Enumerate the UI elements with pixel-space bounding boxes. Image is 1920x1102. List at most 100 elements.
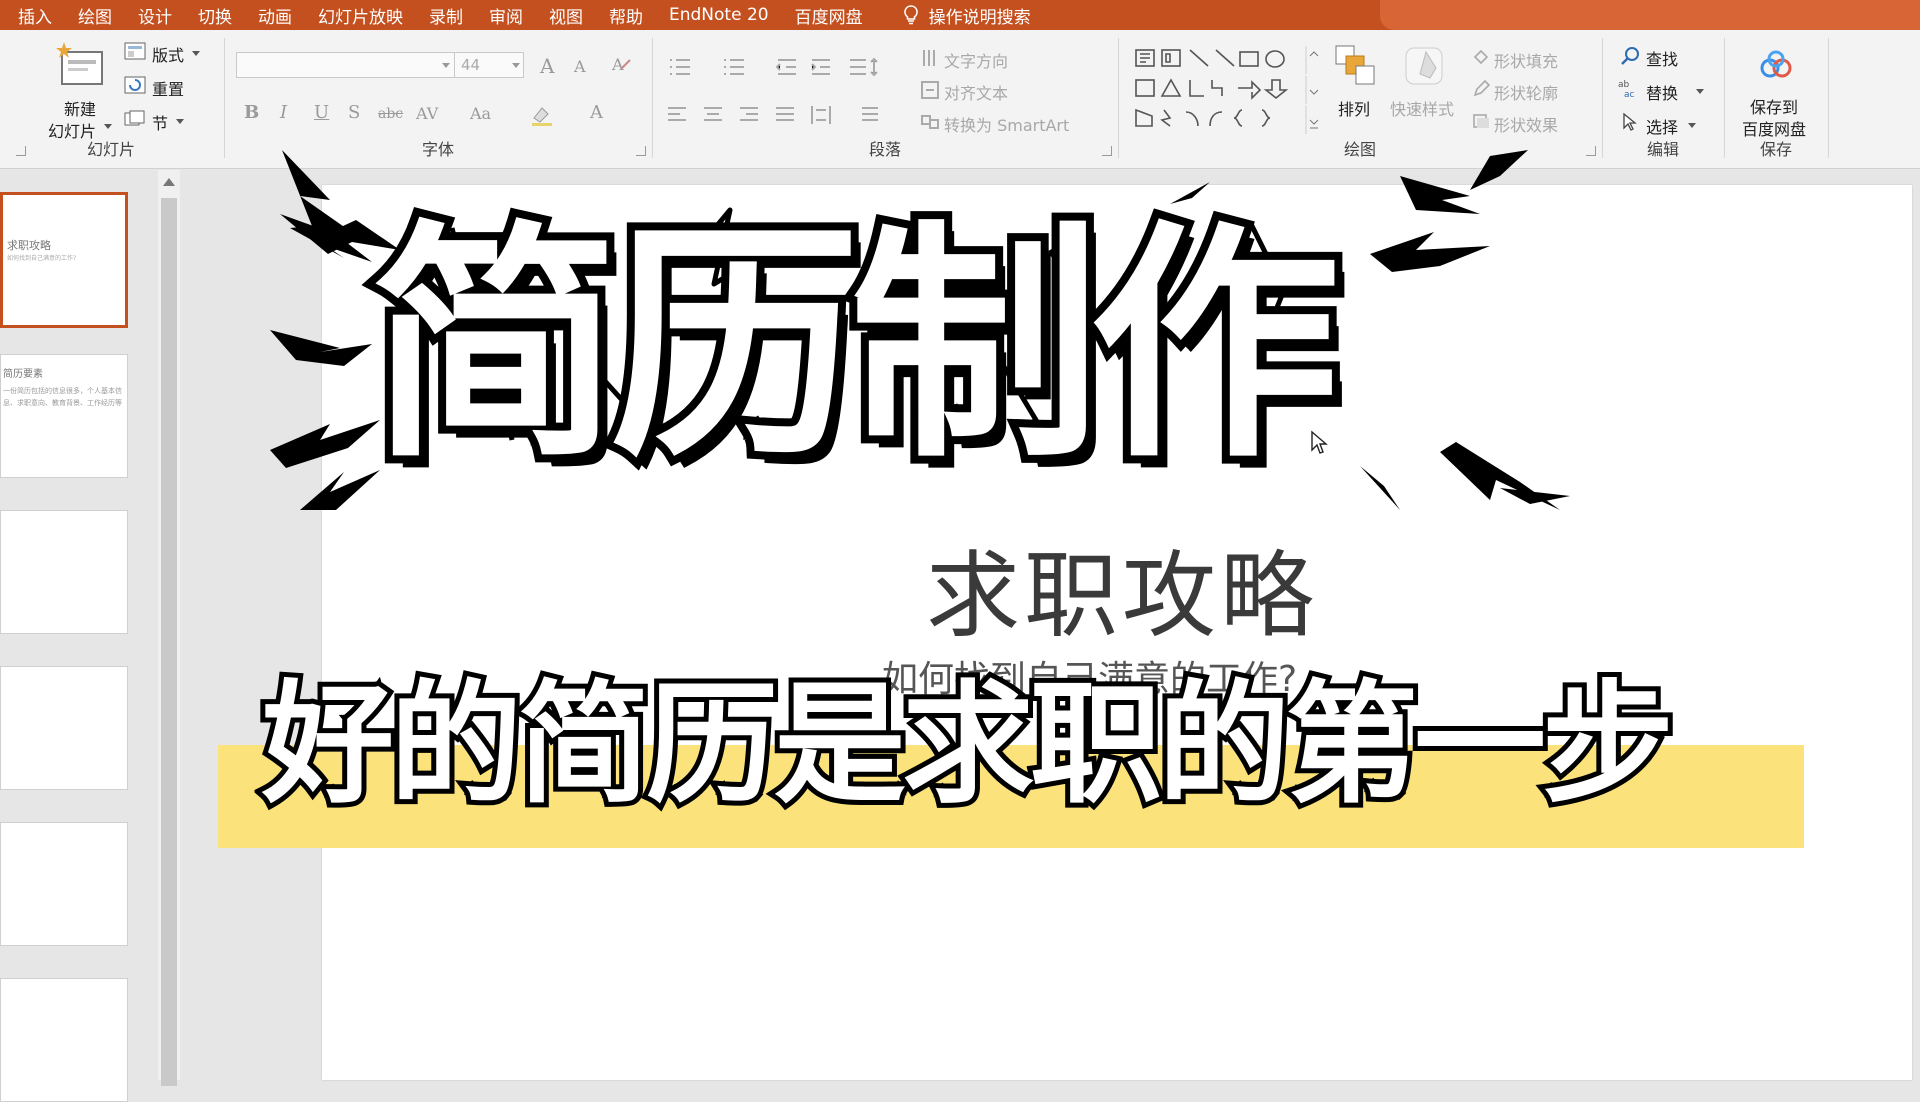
section-button[interactable]: 节 xyxy=(152,110,168,134)
slide-thumbnail-6[interactable] xyxy=(0,978,128,1102)
ribbon: 新建 幻灯片 版式 重置 节 幻灯片 44 A A A B I U S abc … xyxy=(0,30,1920,169)
group-divider xyxy=(1828,38,1829,158)
tab-baidu-netdisk[interactable]: 百度网盘 xyxy=(795,3,863,28)
slide-thumbnail-4[interactable] xyxy=(0,666,128,790)
slide-thumbnail-2[interactable]: 简历要素 一份简历包括的信息很多，个人基本信息、求职意向、教育背景、工作经历等 xyxy=(0,354,128,478)
reset-button[interactable]: 重置 xyxy=(152,76,184,100)
thumbnail-subtitle: 如何找到自己满意的工作? xyxy=(7,255,77,262)
svg-text:ac: ac xyxy=(1624,90,1635,98)
dialog-launcher-icon[interactable] xyxy=(636,146,646,156)
tab-view[interactable]: 视图 xyxy=(549,3,583,28)
tab-slideshow[interactable]: 幻灯片放映 xyxy=(318,3,403,28)
paragraph-group: 文字方向 对齐文本 转换为 SmartArt 段落 xyxy=(654,36,1116,162)
font-group: 44 A A A B I U S abc AV Aa A 字体 xyxy=(226,36,650,162)
italic-button[interactable]: I xyxy=(280,102,287,123)
new-slide-icon[interactable] xyxy=(56,40,108,90)
align-text-button[interactable]: 对齐文本 xyxy=(944,80,1008,104)
save-to-label-1[interactable]: 保存到 xyxy=(1750,94,1798,118)
bold-button[interactable]: B xyxy=(244,102,259,123)
thumbnail-scrollbar[interactable] xyxy=(158,170,180,1086)
arrange-button[interactable]: 排列 xyxy=(1338,96,1370,120)
thumbnail-title: 求职攻略 xyxy=(7,239,51,252)
dialog-launcher-icon[interactable] xyxy=(1586,146,1596,156)
tab-animations[interactable]: 动画 xyxy=(258,3,292,28)
editing-group-label: 编辑 xyxy=(1646,140,1679,159)
tab-help[interactable]: 帮助 xyxy=(609,3,643,28)
scrollbar-thumb[interactable] xyxy=(161,198,177,1086)
headline-overlay: 简历制作 xyxy=(362,192,1348,499)
chevron-down-icon[interactable] xyxy=(104,124,112,129)
chevron-down-icon[interactable] xyxy=(1696,89,1704,94)
quick-styles-button[interactable]: 快速样式 xyxy=(1390,96,1454,120)
slides-group-label: 幻灯片 xyxy=(86,140,135,159)
find-button[interactable]: 查找 xyxy=(1646,46,1678,70)
clear-formatting-icon[interactable]: A xyxy=(610,54,632,76)
group-divider xyxy=(1724,38,1725,158)
group-divider xyxy=(652,38,653,158)
shrink-font-icon[interactable]: A xyxy=(574,57,586,76)
convert-smartart-button[interactable]: 转换为 SmartArt xyxy=(944,112,1069,136)
effects-icon xyxy=(1473,114,1489,128)
thumbnail-body: 一份简历包括的信息很多，个人基本信息、求职意向、教育背景、工作经历等 xyxy=(3,387,122,407)
select-button[interactable]: 选择 xyxy=(1646,114,1678,138)
text-direction-button[interactable]: 文字方向 xyxy=(944,48,1008,72)
alignment-buttons-icon[interactable] xyxy=(666,104,896,126)
save-group-label: 保存 xyxy=(1759,140,1792,159)
tab-record[interactable]: 录制 xyxy=(429,3,463,28)
new-slide-label-1: 新建 xyxy=(64,100,97,119)
arrange-icon[interactable] xyxy=(1334,44,1378,88)
shape-fill-button[interactable]: 形状填充 xyxy=(1494,48,1558,72)
list-buttons-icon[interactable] xyxy=(666,56,916,78)
drawing-group-label: 绘图 xyxy=(1343,140,1376,159)
tell-me-label: 操作说明搜索 xyxy=(928,7,1031,28)
lightbulb-icon xyxy=(903,5,918,25)
layout-icon xyxy=(124,42,146,60)
slides-group: 新建 幻灯片 版式 重置 节 幻灯片 xyxy=(0,36,222,162)
group-divider xyxy=(224,38,225,158)
replace-icon: abac xyxy=(1618,80,1635,98)
change-case-button[interactable]: Aa xyxy=(470,104,491,123)
tab-review[interactable]: 审阅 xyxy=(489,3,523,28)
tab-transitions[interactable]: 切换 xyxy=(198,3,232,28)
group-divider xyxy=(1118,38,1119,158)
svg-text:A: A xyxy=(611,55,624,74)
chevron-down-icon[interactable] xyxy=(442,63,450,68)
text-shadow-button[interactable]: S xyxy=(348,102,360,123)
replace-button[interactable]: 替换 xyxy=(1646,80,1678,104)
slide-thumbnail-1[interactable]: 求职攻略 如何找到自己满意的工作? xyxy=(0,192,128,328)
tab-draw[interactable]: 绘图 xyxy=(78,3,112,28)
font-name-combo[interactable] xyxy=(236,52,456,78)
slide-title[interactable]: 求职攻略 xyxy=(926,520,1318,656)
underline-button[interactable]: U xyxy=(314,102,329,123)
strikethrough-button[interactable]: abc xyxy=(378,106,403,122)
mouse-pointer-icon xyxy=(1311,430,1328,454)
dialog-launcher-icon[interactable] xyxy=(16,146,26,156)
character-spacing-button[interactable]: AV xyxy=(416,104,438,123)
editing-group: 查找 ab ac 替换 选择 编辑 xyxy=(1604,36,1722,162)
shapes-gallery[interactable] xyxy=(1134,46,1324,136)
tab-endnote[interactable]: EndNote 20 xyxy=(669,5,769,25)
tell-me-search[interactable]: 操作说明搜索 xyxy=(903,3,1031,28)
tab-design[interactable]: 设计 xyxy=(138,3,172,28)
scroll-up-arrow-icon[interactable] xyxy=(163,178,175,186)
shape-outline-button[interactable]: 形状轮廓 xyxy=(1494,80,1558,104)
highlight-icon[interactable] xyxy=(530,104,556,126)
dialog-launcher-icon[interactable] xyxy=(1102,146,1112,156)
layout-button[interactable]: 版式 xyxy=(152,42,184,66)
chevron-down-icon[interactable] xyxy=(512,63,520,68)
quick-styles-icon[interactable] xyxy=(1402,44,1446,88)
shape-effects-button[interactable]: 形状效果 xyxy=(1494,112,1558,136)
chevron-down-icon[interactable] xyxy=(1688,123,1696,128)
title-bar-pill xyxy=(1380,0,1920,30)
tab-insert[interactable]: 插入 xyxy=(0,3,52,28)
baidu-netdisk-icon[interactable] xyxy=(1758,50,1794,80)
chevron-down-icon[interactable] xyxy=(192,51,200,56)
font-color-button[interactable]: A xyxy=(590,102,603,123)
slide-thumbnail-5[interactable] xyxy=(0,822,128,946)
cursor-select-icon xyxy=(1623,112,1637,131)
search-icon xyxy=(1621,47,1639,65)
group-divider xyxy=(1602,38,1603,158)
grow-font-icon[interactable]: A xyxy=(540,54,554,78)
slide-thumbnail-3[interactable] xyxy=(0,510,128,634)
chevron-down-icon[interactable] xyxy=(176,119,184,124)
